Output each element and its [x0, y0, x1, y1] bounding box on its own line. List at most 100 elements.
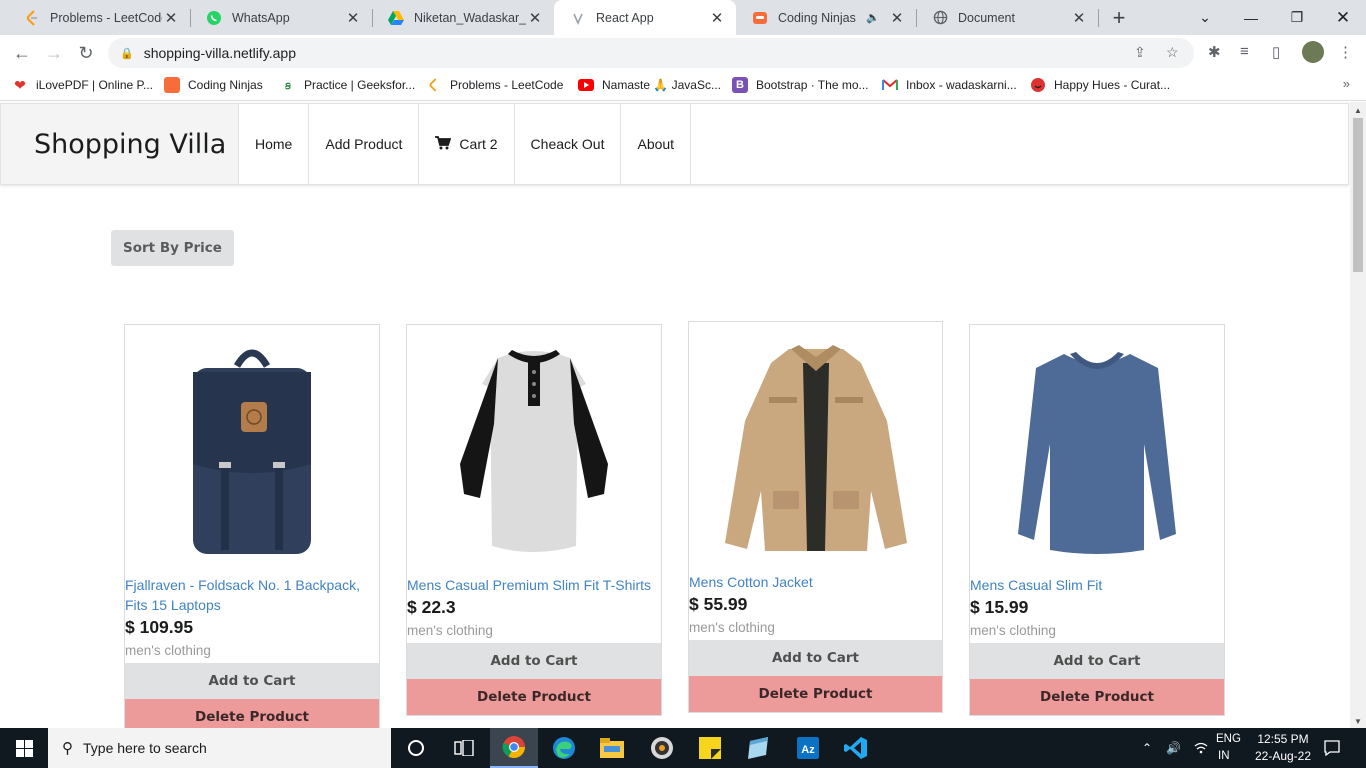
tab-coding-ninjas[interactable]: Coding Ninjas 🔈 ✕ — [736, 0, 916, 35]
extensions-puzzle-icon[interactable]: ✱ — [1208, 43, 1221, 61]
address-bar[interactable]: 🔒 shopping-villa.netlify.app ⇪ ☆ — [108, 38, 1194, 68]
tab-strip: Problems - LeetCode ✕ WhatsApp ✕ Niketan… — [0, 0, 1366, 35]
taskbar-clock[interactable]: 12:55 PM 22-Aug-22 — [1250, 731, 1316, 765]
vscode-icon[interactable] — [832, 728, 880, 768]
bookmark-happy-hues[interactable]: Happy Hues - Curat... — [1030, 76, 1170, 94]
url-text[interactable]: shopping-villa.netlify.app — [144, 45, 296, 61]
site-brand[interactable]: Shopping Villa — [1, 104, 239, 184]
nav-home[interactable]: Home — [239, 104, 310, 184]
add-to-cart-button[interactable]: Add to Cart — [407, 643, 661, 679]
svg-text:Az: Az — [801, 744, 815, 756]
notepad-icon[interactable] — [734, 728, 782, 768]
scroll-down-arrow-icon[interactable]: ▼ — [1354, 717, 1362, 726]
close-tab-icon[interactable]: ✕ — [344, 9, 362, 27]
product-price: $ 109.95 — [125, 617, 194, 637]
new-tab-button[interactable]: + — [1108, 0, 1130, 35]
product-image[interactable] — [407, 325, 661, 575]
product-card: Mens Cotton Jacket $ 55.99 men's clothin… — [688, 321, 943, 713]
azure-data-studio-icon[interactable]: Az — [784, 728, 832, 768]
taskbar-search-input[interactable]: ⚲ Type here to search — [48, 728, 391, 768]
delete-product-button[interactable]: Delete Product — [970, 679, 1224, 715]
profile-avatar[interactable] — [1302, 41, 1324, 63]
delete-product-button[interactable]: Delete Product — [125, 699, 379, 728]
happy-hues-icon — [1030, 77, 1046, 93]
product-name[interactable]: Mens Cotton Jacket — [689, 572, 942, 592]
windows-start-icon[interactable] — [0, 728, 48, 768]
bootstrap-icon: B — [732, 77, 748, 93]
bookmark-star-icon[interactable]: ☆ — [1166, 44, 1179, 61]
product-image[interactable] — [970, 325, 1224, 575]
delete-product-button[interactable]: Delete Product — [689, 676, 942, 712]
close-tab-icon[interactable]: ✕ — [162, 9, 180, 27]
task-view-icon[interactable] — [440, 728, 488, 768]
reload-icon[interactable]: ↻ — [72, 39, 100, 67]
add-to-cart-button[interactable]: Add to Cart — [125, 663, 379, 699]
chrome-taskbar-icon[interactable] — [490, 728, 538, 768]
react-icon — [570, 10, 586, 26]
search-icon: ⚲ — [62, 740, 73, 757]
forward-arrow-icon[interactable]: → — [40, 39, 68, 67]
add-to-cart-button[interactable]: Add to Cart — [689, 640, 942, 676]
bookmark-coding-ninjas[interactable]: Coding Ninjas — [164, 76, 263, 94]
nav-add-product[interactable]: Add Product — [309, 104, 420, 184]
notifications-icon[interactable] — [1324, 728, 1340, 768]
minimize-icon[interactable]: — — [1228, 0, 1274, 35]
product-price: $ 22.3 — [407, 597, 456, 617]
media-player-icon[interactable] — [638, 728, 686, 768]
bookmark-bootstrap[interactable]: B Bootstrap · The mo... — [732, 76, 869, 94]
bookmark-geeksforgeeks[interactable]: ꞩ Practice | Geeksfor... — [280, 76, 415, 94]
media-control-icon[interactable]: ≡ — [1240, 43, 1249, 60]
bookmark-namaste-javascript[interactable]: Namaste 🙏 JavaSc... — [578, 76, 721, 94]
more-bookmarks-icon[interactable]: » — [1343, 76, 1350, 91]
close-tab-icon[interactable]: ✕ — [708, 9, 726, 27]
tab-search-chevron-icon[interactable]: ⌄ — [1182, 0, 1228, 35]
product-card: Mens Casual Slim Fit $ 15.99 men's cloth… — [969, 324, 1225, 716]
site-navbar: Shopping Villa Home Add Product Cart 2 C… — [0, 103, 1349, 185]
speaker-icon[interactable]: 🔈 — [866, 11, 880, 24]
scrollbar-thumb[interactable] — [1353, 118, 1363, 272]
nav-about[interactable]: About — [621, 104, 692, 184]
close-tab-icon[interactable]: ✕ — [888, 9, 906, 27]
add-to-cart-button[interactable]: Add to Cart — [970, 643, 1224, 679]
bookmark-leetcode[interactable]: Problems - LeetCode — [426, 76, 563, 94]
sort-by-price-button[interactable]: Sort By Price — [111, 230, 234, 266]
wifi-icon[interactable] — [1194, 728, 1208, 768]
tab-leetcode[interactable]: Problems - LeetCode ✕ — [8, 0, 190, 35]
lock-icon[interactable]: 🔒 — [120, 47, 134, 60]
tray-overflow-chevron-icon[interactable]: ⌃ — [1142, 728, 1152, 768]
ilovepdf-icon: ❤ — [14, 76, 26, 93]
product-image[interactable] — [125, 325, 379, 575]
product-image[interactable] — [689, 322, 942, 572]
volume-icon[interactable]: 🔊 — [1166, 728, 1181, 768]
window-close-icon[interactable]: ✕ — [1320, 0, 1366, 35]
close-tab-icon[interactable]: ✕ — [526, 9, 544, 27]
browser-menu-icon[interactable]: ⋮ — [1338, 43, 1353, 61]
nav-checkout[interactable]: Cheack Out — [515, 104, 622, 184]
tab-document[interactable]: Document ✕ — [916, 0, 1098, 35]
nav-cart[interactable]: Cart 2 — [419, 104, 515, 184]
tab-separator — [1098, 9, 1099, 27]
tab-whatsapp[interactable]: WhatsApp ✕ — [190, 0, 372, 35]
delete-product-button[interactable]: Delete Product — [407, 679, 661, 715]
file-explorer-icon[interactable] — [588, 728, 636, 768]
bookmark-gmail-inbox[interactable]: Inbox - wadaskarni... — [882, 76, 1017, 94]
product-price: $ 15.99 — [970, 597, 1029, 617]
page-scrollbar[interactable]: ▲ ▼ — [1350, 102, 1366, 728]
close-tab-icon[interactable]: ✕ — [1070, 9, 1088, 27]
share-icon[interactable]: ⇪ — [1134, 44, 1146, 61]
product-name[interactable]: Mens Casual Premium Slim Fit T-Shirts — [407, 575, 661, 595]
product-category: men's clothing — [970, 623, 1056, 638]
scroll-up-arrow-icon[interactable]: ▲ — [1354, 106, 1362, 115]
cortana-icon[interactable] — [392, 728, 440, 768]
tab-react-app[interactable]: React App ✕ — [554, 0, 736, 35]
side-panel-icon[interactable]: ▯ — [1272, 43, 1280, 61]
language-indicator[interactable]: ENG IN — [1216, 731, 1241, 765]
tab-drive-document[interactable]: Niketan_Wadaskar_Re ✕ — [372, 0, 554, 35]
product-name[interactable]: Mens Casual Slim Fit — [970, 575, 1224, 595]
sticky-notes-icon[interactable] — [686, 728, 734, 768]
back-arrow-icon[interactable]: ← — [8, 39, 36, 67]
restore-icon[interactable]: ❐ — [1274, 0, 1320, 35]
bookmark-ilovepdf[interactable]: ❤ iLovePDF | Online P... — [12, 76, 153, 94]
edge-taskbar-icon[interactable] — [540, 728, 588, 768]
product-name[interactable]: Fjallraven - Foldsack No. 1 Backpack, Fi… — [125, 575, 379, 615]
